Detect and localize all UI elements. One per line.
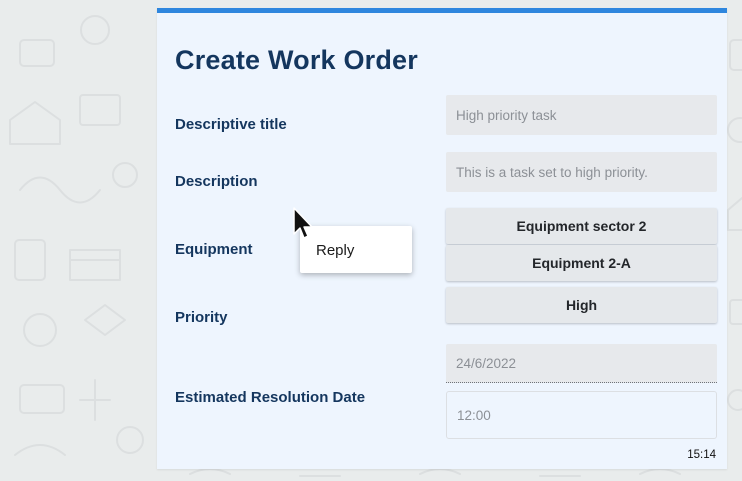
descriptive-title-label: Descriptive title [175,116,287,133]
descriptive-title-input[interactable]: High priority task [446,95,717,135]
priority-button[interactable]: High [446,287,717,323]
equipment-label: Equipment [175,241,253,258]
equipment-item-button[interactable]: Equipment 2-A [446,245,717,281]
resolution-time-input[interactable]: 12:00 [446,391,717,439]
description-input[interactable]: This is a task set to high priority. [446,152,717,192]
work-order-form: Create Work Order Descriptive title High… [157,8,727,469]
resolution-date-input[interactable]: 24/6/2022 [446,344,717,383]
page-title: Create Work Order [175,45,418,75]
context-menu-item-reply[interactable]: Reply [316,242,354,259]
mouse-pointer-icon [293,207,313,239]
priority-label: Priority [175,309,228,326]
description-label: Description [175,173,258,190]
equipment-sector-button[interactable]: Equipment sector 2 [446,208,717,244]
message-timestamp: 15:14 [687,449,716,461]
estimated-resolution-label: Estimated Resolution Date [175,389,366,406]
